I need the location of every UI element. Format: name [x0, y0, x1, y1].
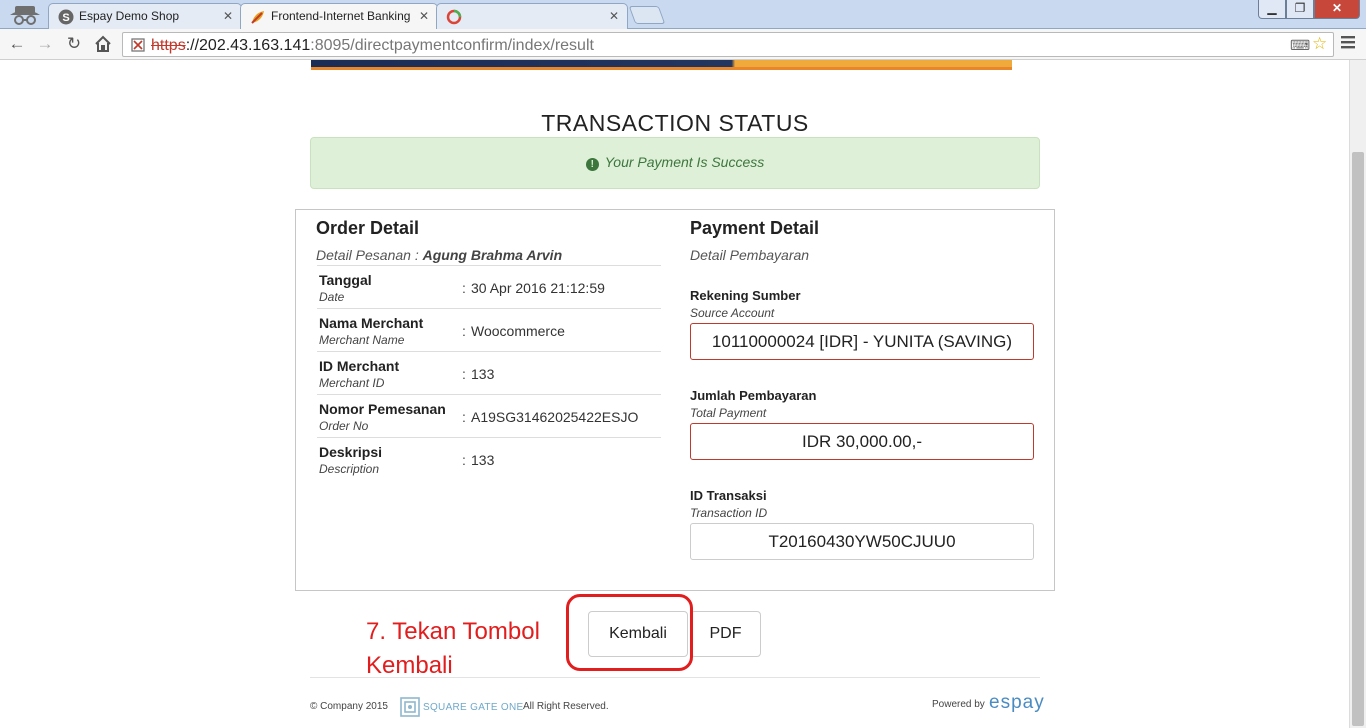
- chrome-menu-icon[interactable]: [1340, 34, 1356, 50]
- row-colon: :: [462, 280, 466, 296]
- transaction-id-field: T20160430YW50CJUU0: [690, 523, 1034, 560]
- source-account-label: Rekening Sumber: [690, 288, 801, 303]
- row-label: Nama Merchant: [319, 315, 424, 331]
- payment-detail-title: Payment Detail: [690, 218, 820, 238]
- table-row: Deskripsi Description : 133: [317, 437, 661, 480]
- transaction-panel: Order Detail Detail Pesanan : Agung Brah…: [295, 209, 1055, 591]
- table-row: Nomor Pemesanan Order No : A19SG31462025…: [317, 394, 661, 437]
- footer-copyright: © Company 2015: [310, 701, 388, 712]
- insecure-page-icon: [131, 38, 145, 52]
- exclamation-circle-icon: !: [585, 158, 599, 171]
- row-value: Woocommerce: [471, 323, 565, 339]
- bookmark-star-icon[interactable]: ☆: [1312, 34, 1327, 54]
- row-colon: :: [462, 323, 466, 339]
- tab-espay-demo-shop[interactable]: S Espay Demo Shop ✕: [48, 3, 242, 29]
- payment-detail-subtitle: Detail Pembayaran: [690, 247, 810, 263]
- url-host: ://202.43.163.141: [185, 37, 311, 54]
- customer-name: Agung Brahma Arvin: [422, 247, 563, 263]
- order-detail-table: Tanggal Date : 30 Apr 2016 21:12:59 Nama…: [317, 265, 661, 480]
- home-icon[interactable]: [94, 35, 112, 53]
- svg-text:S: S: [62, 12, 69, 24]
- table-row: Tanggal Date : 30 Apr 2016 21:12:59: [317, 265, 661, 308]
- translate-icon[interactable]: ⌨: [1290, 37, 1310, 54]
- footer-logo-text: SQUARE GATE ONE: [423, 702, 524, 713]
- address-bar[interactable]: https://202.43.163.141:8095/directpaymen…: [122, 32, 1334, 57]
- row-sublabel: Date: [319, 290, 345, 304]
- source-account-sublabel: Source Account: [690, 306, 775, 320]
- total-payment-label: Jumlah Pembayaran: [690, 388, 817, 403]
- source-account-field: 10110000024 [IDR] - YUNITA (SAVING): [690, 323, 1034, 360]
- row-colon: :: [462, 409, 466, 425]
- row-value: 30 Apr 2016 21:12:59: [471, 280, 605, 296]
- chrome-loading-icon: [446, 9, 462, 25]
- page-title: TRANSACTION STATUS: [541, 110, 809, 136]
- row-colon: :: [462, 452, 466, 468]
- url-path: :8095/directpaymentconfirm/index/result: [310, 37, 594, 54]
- total-payment-sublabel: Total Payment: [690, 406, 767, 420]
- row-sublabel: Merchant ID: [319, 376, 385, 390]
- annotation-highlight-circle: [566, 594, 693, 671]
- footer-powered-by: Powered by: [932, 699, 985, 710]
- browser-toolbar: ← → ↻ https://202.43.163.141:8095/direct…: [0, 29, 1366, 60]
- square-gate-one-logo-icon: [400, 697, 420, 717]
- close-tab-icon[interactable]: ✕: [223, 9, 233, 23]
- close-tab-icon[interactable]: ✕: [609, 9, 619, 23]
- table-row: Nama Merchant Merchant Name : Woocommerc…: [317, 308, 661, 351]
- window-maximize-button[interactable]: ❐: [1286, 0, 1314, 19]
- order-detail-subtitle-label: Detail Pesanan :: [316, 247, 423, 263]
- annotation-instruction: 7. Tekan Tombol Kembali: [366, 618, 540, 679]
- order-detail-title: Order Detail: [316, 218, 420, 238]
- incognito-icon: [10, 6, 40, 25]
- bank-leaf-icon: [251, 11, 264, 24]
- transaction-id-label: ID Transaksi: [690, 488, 767, 503]
- alert-text: Your Payment Is Success: [604, 154, 765, 170]
- tab-label: Espay Demo Shop: [79, 9, 180, 23]
- row-sublabel: Description: [319, 462, 380, 476]
- row-label: Nomor Pemesanan: [319, 401, 446, 417]
- row-value: A19SG31462025422ESJO: [471, 409, 639, 425]
- success-alert: ! Your Payment Is Success: [310, 137, 1040, 189]
- row-label: Deskripsi: [319, 444, 383, 460]
- page-scrollbar[interactable]: [1349, 60, 1366, 728]
- forward-arrow-icon[interactable]: →: [34, 33, 56, 55]
- window-close-button[interactable]: ✕: [1314, 0, 1360, 19]
- scrollbar-thumb[interactable]: [1352, 152, 1364, 726]
- url-scheme: https: [151, 37, 186, 54]
- transaction-id-sublabel: Transaction ID: [690, 506, 768, 520]
- tab-google[interactable]: ✕: [436, 3, 628, 29]
- row-value: 133: [471, 452, 495, 468]
- row-label: Tanggal: [319, 272, 372, 288]
- order-detail-subtitle: Detail Pesanan : Agung Brahma Arvin: [316, 247, 562, 263]
- espay-logo: espay: [989, 692, 1045, 713]
- header-banner: [311, 60, 1012, 70]
- window-minimize-button[interactable]: ▁: [1258, 0, 1286, 19]
- row-sublabel: Order No: [319, 419, 369, 433]
- footer-rights: All Right Reserved.: [523, 701, 609, 712]
- total-payment-field: IDR 30,000.00,-: [690, 423, 1034, 460]
- back-arrow-icon[interactable]: ←: [6, 33, 28, 55]
- pdf-button[interactable]: PDF: [690, 611, 761, 657]
- row-label: ID Merchant: [319, 358, 400, 374]
- row-colon: :: [462, 366, 466, 382]
- url-text: https://202.43.163.141:8095/directpaymen…: [151, 37, 594, 55]
- reload-icon[interactable]: ↻: [63, 33, 85, 55]
- tab-label: Frontend-Internet Banking: [271, 9, 411, 23]
- footer-divider: [310, 677, 1040, 678]
- row-sublabel: Merchant Name: [319, 333, 405, 347]
- new-tab-button[interactable]: [628, 6, 666, 24]
- tab-frontend-internet-banking[interactable]: Frontend-Internet Banking ✕: [240, 3, 438, 30]
- row-value: 133: [471, 366, 495, 382]
- table-row: ID Merchant Merchant ID : 133: [317, 351, 661, 394]
- close-tab-icon[interactable]: ✕: [419, 9, 429, 23]
- espay-s-icon: S: [58, 9, 74, 25]
- tab-strip: S Espay Demo Shop ✕ Frontend-Internet Ba…: [0, 0, 1366, 30]
